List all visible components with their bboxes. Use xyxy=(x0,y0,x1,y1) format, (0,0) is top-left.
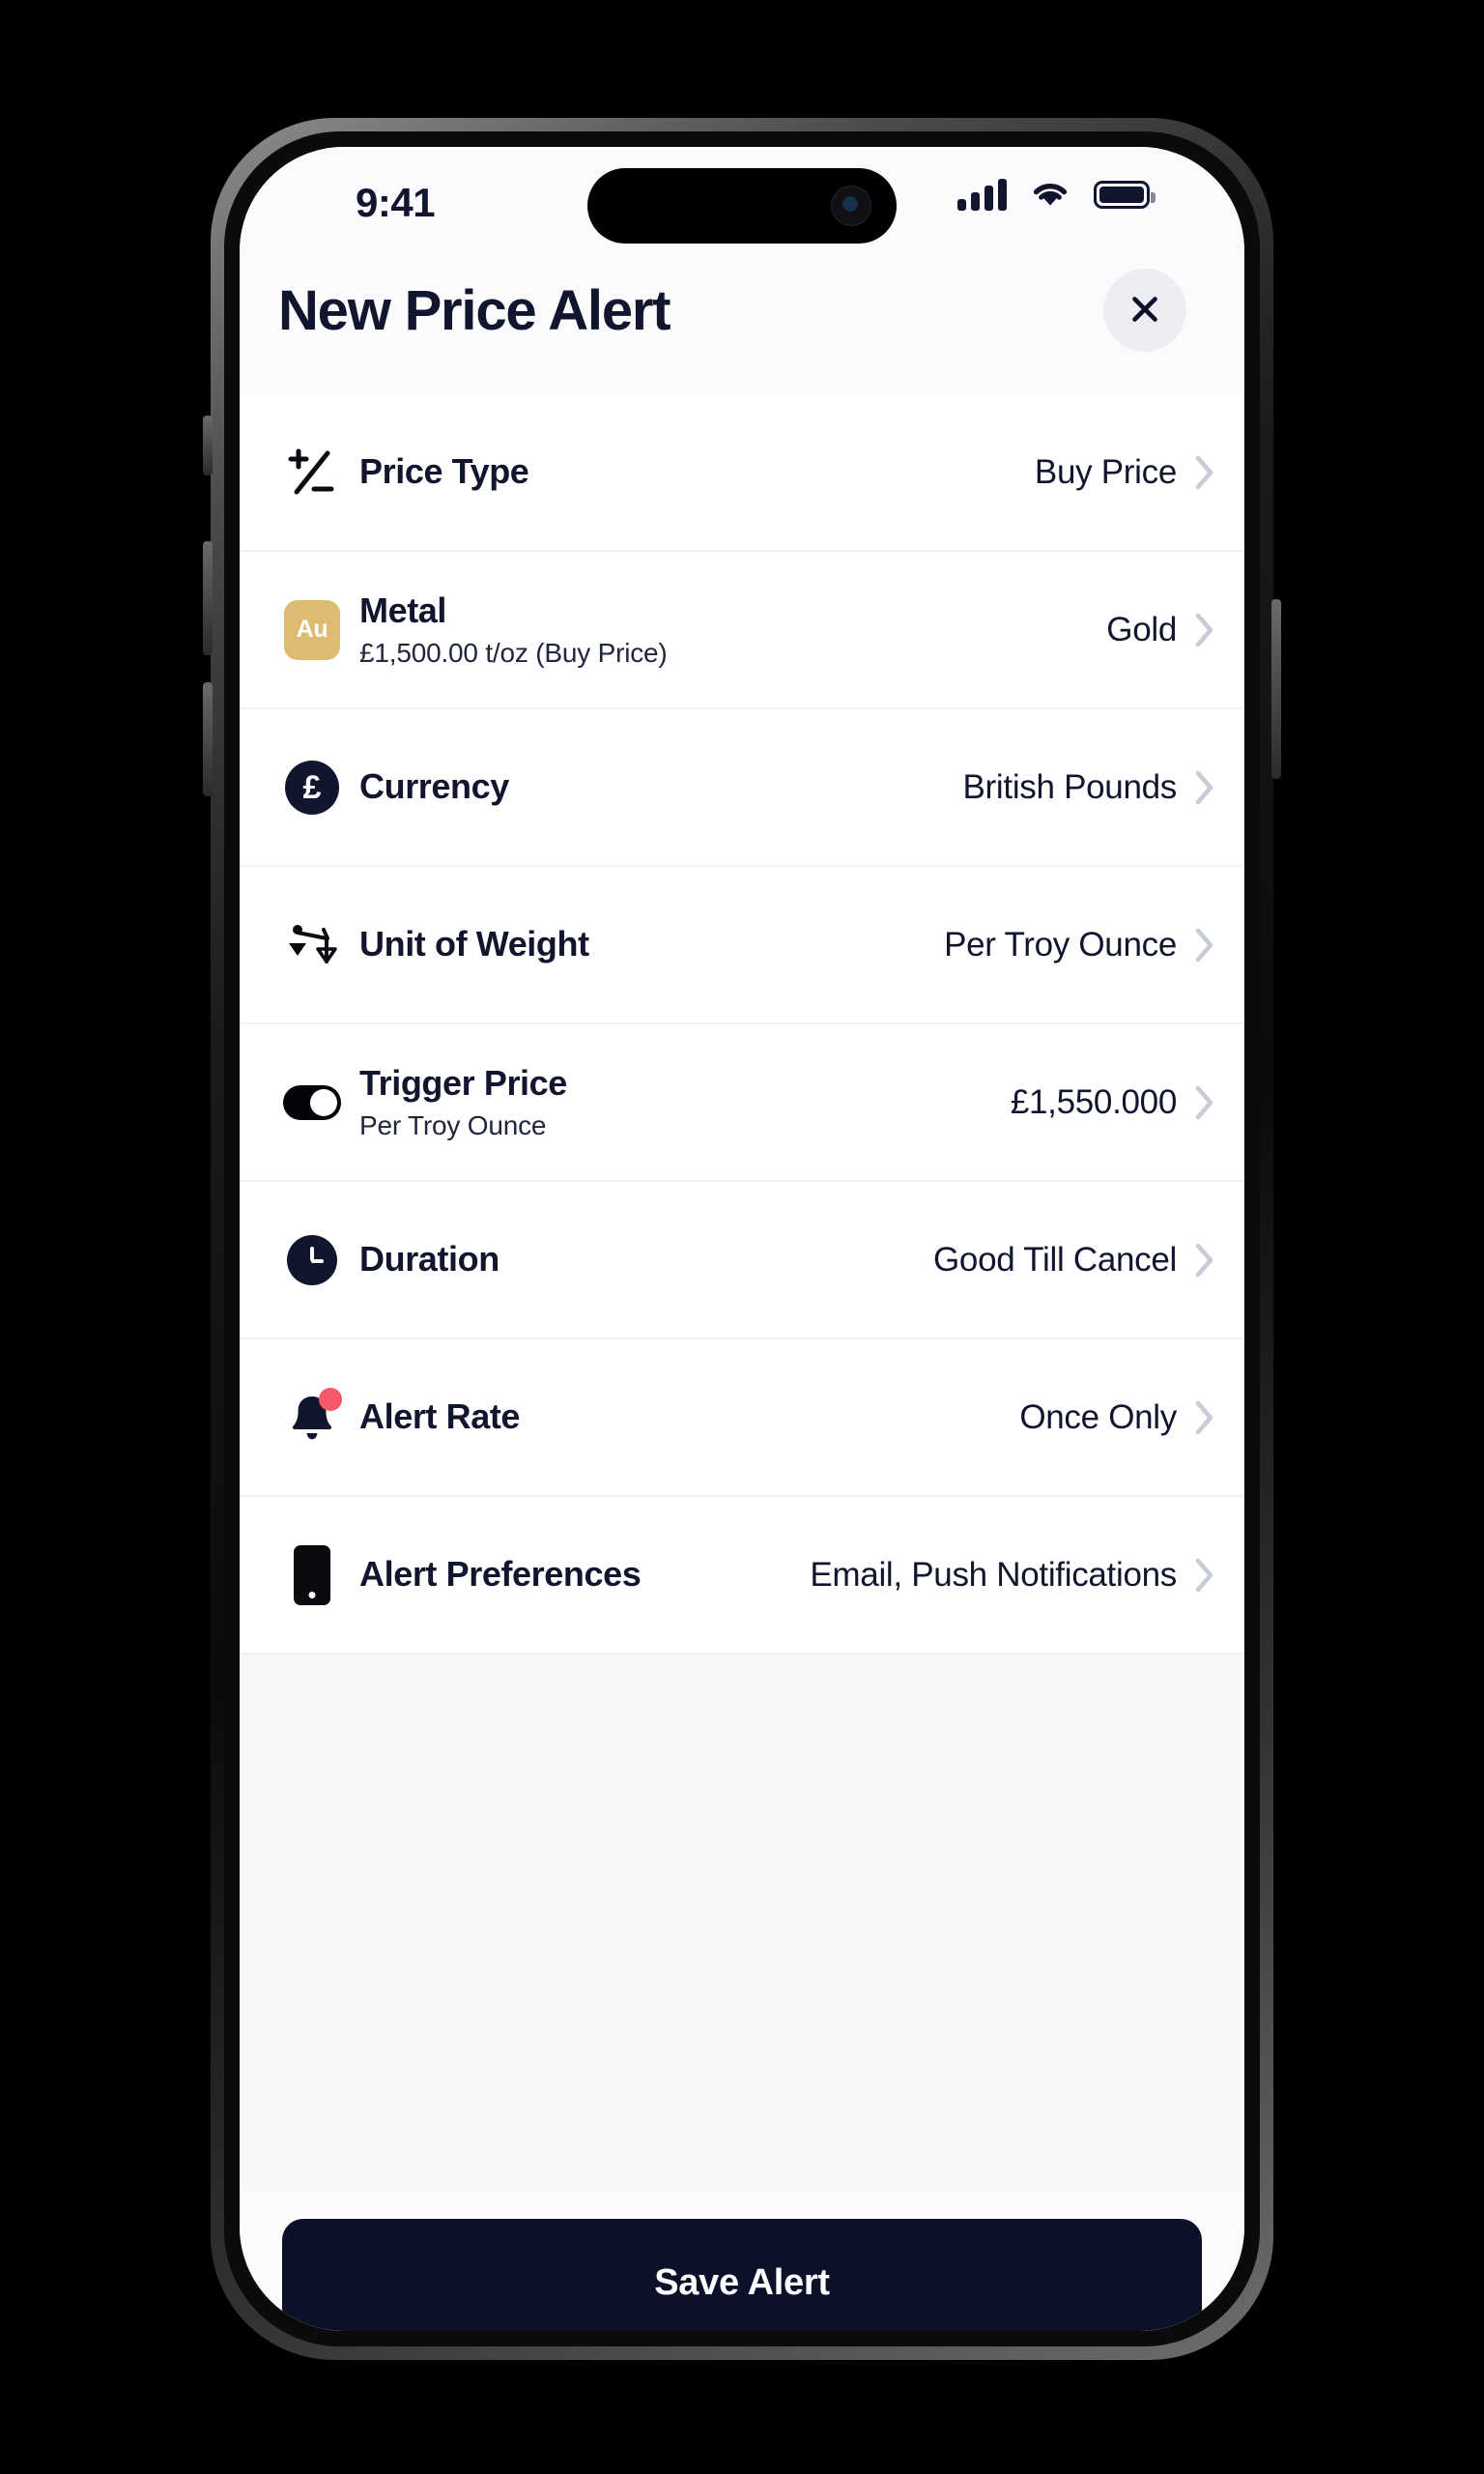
front-camera-icon xyxy=(831,186,871,226)
row-text: Currency xyxy=(348,766,963,807)
row-alert-preferences[interactable]: Alert Preferences Email, Push Notificati… xyxy=(240,1497,1244,1654)
bell-with-badge xyxy=(286,1387,342,1446)
status-icons xyxy=(957,178,1156,211)
row-value: £1,550.000 xyxy=(1010,1082,1177,1121)
chevron-right-icon xyxy=(1194,1084,1215,1121)
row-text: Price Type xyxy=(348,451,1035,492)
pound-symbol: £ xyxy=(285,760,339,815)
dynamic-island xyxy=(587,168,897,244)
row-price-type[interactable]: Price Type Buy Price xyxy=(240,394,1244,552)
row-text: Duration xyxy=(348,1239,933,1280)
cellular-signal-icon xyxy=(957,178,1007,211)
modal-header: New Price Alert xyxy=(240,255,1244,394)
screenshot-stage: 9:41 New Price Alert Price Type Buy Pric… xyxy=(0,0,1484,2474)
toggle-switch[interactable] xyxy=(283,1084,341,1120)
row-value: Once Only xyxy=(1019,1397,1177,1436)
row-label: Metal xyxy=(359,590,447,631)
row-text: Alert Rate xyxy=(348,1396,1019,1437)
row-label: Trigger Price xyxy=(359,1063,567,1104)
clock-icon xyxy=(276,1234,348,1285)
close-button[interactable] xyxy=(1103,269,1186,352)
mobile-phone-icon xyxy=(276,1544,348,1605)
row-currency[interactable]: £ Currency British Pounds xyxy=(240,709,1244,867)
row-value: Email, Push Notifications xyxy=(810,1555,1177,1594)
save-alert-button[interactable]: Save Alert xyxy=(282,2219,1202,2331)
volume-down-button[interactable] xyxy=(203,682,213,796)
row-value: Per Troy Ounce xyxy=(944,925,1177,964)
clock-face xyxy=(287,1234,337,1285)
chevron-right-icon xyxy=(1194,927,1215,964)
status-bar: 9:41 xyxy=(240,147,1244,255)
row-duration[interactable]: Duration Good Till Cancel xyxy=(240,1182,1244,1339)
pound-currency-icon: £ xyxy=(276,760,348,815)
row-text: Alert Preferences xyxy=(348,1554,810,1595)
row-label: Duration xyxy=(359,1239,499,1280)
chevron-right-icon xyxy=(1194,454,1215,491)
chevron-right-icon xyxy=(1194,1399,1215,1436)
chevron-right-icon xyxy=(1194,1242,1215,1279)
silent-switch[interactable] xyxy=(203,416,213,475)
alert-settings-list: Price Type Buy Price Au Metal £1,500.00 … xyxy=(240,394,1244,1654)
row-text: Unit of Weight xyxy=(348,924,944,964)
row-value: British Pounds xyxy=(962,767,1178,806)
scales-icon xyxy=(276,917,348,973)
close-icon xyxy=(1127,292,1162,330)
status-time: 9:41 xyxy=(356,180,436,225)
phone-screen: 9:41 New Price Alert Price Type Buy Pric… xyxy=(240,147,1244,2331)
row-value: Good Till Cancel xyxy=(933,1240,1177,1279)
row-label: Alert Preferences xyxy=(359,1554,642,1595)
metal-au-badge-icon: Au xyxy=(276,599,348,660)
row-text: Metal £1,500.00 t/oz (Buy Price) xyxy=(348,590,1106,668)
notification-dot xyxy=(319,1387,342,1411)
plus-minus-icon xyxy=(276,446,348,500)
row-unit-of-weight[interactable]: Unit of Weight Per Troy Ounce xyxy=(240,867,1244,1024)
row-alert-rate[interactable]: Alert Rate Once Only xyxy=(240,1339,1244,1497)
battery-icon xyxy=(1094,180,1156,209)
chevron-right-icon xyxy=(1194,1557,1215,1594)
au-badge-label: Au xyxy=(284,599,340,660)
row-label: Price Type xyxy=(359,451,529,492)
row-trigger-price[interactable]: Trigger Price Per Troy Ounce £1,550.000 xyxy=(240,1024,1244,1182)
bell-icon xyxy=(276,1387,348,1446)
row-label: Alert Rate xyxy=(359,1396,521,1437)
volume-up-button[interactable] xyxy=(203,541,213,655)
footer-bar: Save Alert xyxy=(240,2192,1244,2331)
screen-body: New Price Alert Price Type Buy Price Au … xyxy=(240,255,1244,2192)
row-label: Currency xyxy=(359,766,509,807)
row-value: Gold xyxy=(1106,610,1177,648)
chevron-right-icon xyxy=(1194,769,1215,806)
page-title: New Price Alert xyxy=(278,278,671,342)
toggle-icon[interactable] xyxy=(276,1084,348,1120)
row-text: Trigger Price Per Troy Ounce xyxy=(348,1063,1011,1140)
row-subtitle: £1,500.00 t/oz (Buy Price) xyxy=(359,637,668,668)
chevron-right-icon xyxy=(1194,612,1215,648)
row-subtitle: Per Troy Ounce xyxy=(359,1109,547,1140)
row-value: Buy Price xyxy=(1034,452,1177,491)
power-button[interactable] xyxy=(1271,599,1281,779)
row-label: Unit of Weight xyxy=(359,924,589,964)
phone-device xyxy=(294,1544,330,1605)
empty-space xyxy=(240,1654,1244,2192)
wifi-icon xyxy=(1030,179,1070,210)
row-metal[interactable]: Au Metal £1,500.00 t/oz (Buy Price) Gold xyxy=(240,552,1244,709)
